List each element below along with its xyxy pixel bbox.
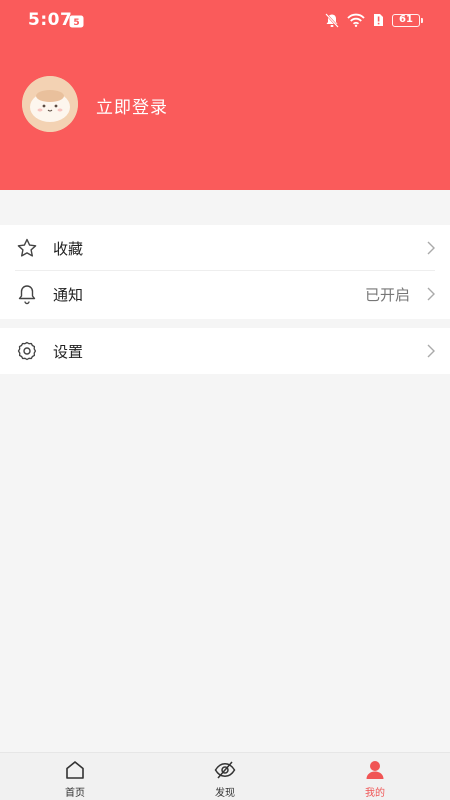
menu-group-main: 收藏 通知 已开启 xyxy=(0,225,450,319)
menu-item-label: 收藏 xyxy=(53,239,84,258)
nav-item-discover[interactable]: 发现 xyxy=(150,753,300,800)
chevron-right-icon xyxy=(425,240,437,256)
svg-text:5: 5 xyxy=(73,18,79,28)
menu-item-label: 通知 xyxy=(53,285,84,304)
profile-header: 5:07 5 61 立即登录 xyxy=(0,0,450,190)
nav-label: 我的 xyxy=(365,788,385,799)
profile-icon xyxy=(364,759,386,781)
login-link[interactable]: 立即登录 xyxy=(96,93,168,118)
discover-icon xyxy=(214,759,236,781)
chevron-right-icon xyxy=(425,343,437,359)
menu-item-favorites[interactable]: 收藏 xyxy=(0,225,450,271)
status-time: 5:07 xyxy=(28,10,73,30)
nav-item-home[interactable]: 首页 xyxy=(0,753,150,800)
star-icon xyxy=(16,237,38,259)
sim-alert-icon xyxy=(373,13,384,27)
wifi-icon xyxy=(347,13,365,27)
bell-icon xyxy=(16,283,38,305)
mine-screen: 5:07 5 61 立即登录 收藏 通知 已开启 设置 首页 发现 我的 xyxy=(0,0,450,800)
app-notification-icon: 5 xyxy=(69,13,84,28)
nav-item-mine[interactable]: 我的 xyxy=(300,753,450,800)
avatar-face-icon xyxy=(22,76,78,132)
battery-indicator: 61 xyxy=(392,13,423,27)
menu-group-settings: 设置 xyxy=(0,328,450,374)
nav-label: 发现 xyxy=(215,788,235,799)
nav-label: 首页 xyxy=(65,788,85,799)
mute-bell-icon xyxy=(325,12,339,28)
gear-icon xyxy=(16,340,38,362)
status-bar: 5:07 5 61 xyxy=(0,0,450,40)
status-icons: 61 xyxy=(325,12,423,28)
avatar[interactable] xyxy=(22,76,78,132)
chevron-right-icon xyxy=(425,286,437,302)
menu-item-label: 设置 xyxy=(53,342,84,361)
notification-status: 已开启 xyxy=(364,285,410,304)
menu-item-settings[interactable]: 设置 xyxy=(0,328,450,374)
bottom-nav: 首页 发现 我的 xyxy=(0,752,450,800)
home-icon xyxy=(64,759,86,781)
menu-item-notifications[interactable]: 通知 已开启 xyxy=(0,271,450,317)
